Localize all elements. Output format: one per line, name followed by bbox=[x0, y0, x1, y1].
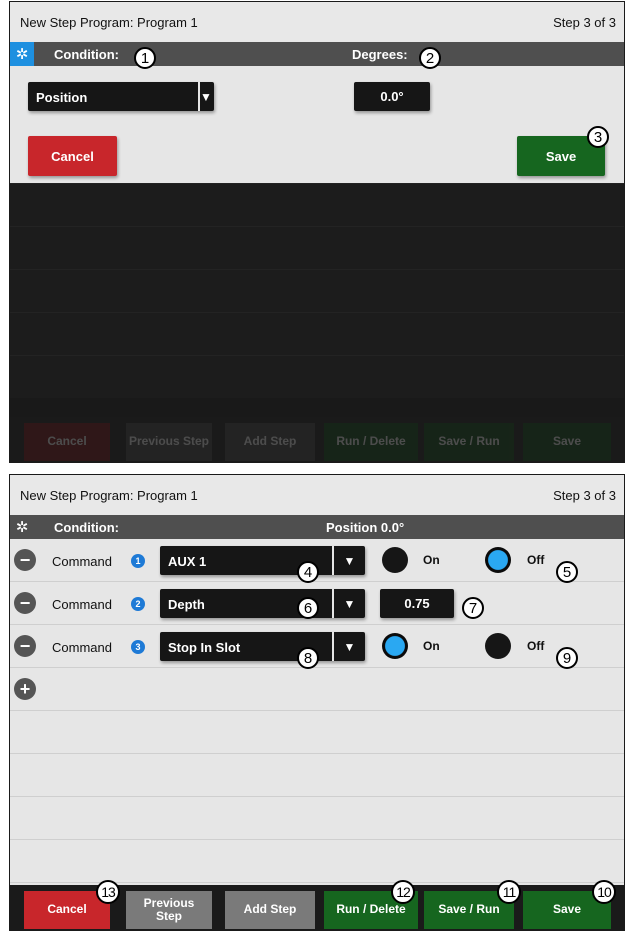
degrees-input[interactable]: 0.0° bbox=[354, 82, 430, 111]
gear-icon[interactable]: ✲ bbox=[10, 42, 34, 66]
footer-add-step-button: Add Step bbox=[225, 423, 315, 461]
command-number-badge: 2 bbox=[131, 597, 145, 611]
depth-input[interactable]: 0.75 bbox=[380, 589, 454, 618]
empty-row bbox=[10, 269, 624, 312]
callout-marker: 7 bbox=[462, 597, 484, 619]
empty-row bbox=[10, 183, 624, 226]
footer-previous-step-button[interactable]: Previous Step bbox=[126, 891, 212, 929]
callout-marker: 4 bbox=[297, 561, 319, 583]
gear-icon[interactable]: ✲ bbox=[10, 515, 34, 539]
condition-label: Condition: bbox=[54, 520, 119, 535]
program-title: New Step Program: Program 1 bbox=[20, 488, 198, 503]
command-dropdown-value: Depth bbox=[168, 597, 205, 612]
title-bar: New Step Program: Program 1 Step 3 of 3 bbox=[10, 2, 624, 42]
chevron-down-icon: ▼ bbox=[343, 553, 356, 568]
footer-previous-button: Previous Step bbox=[126, 423, 212, 461]
callout-marker: 11 bbox=[497, 880, 521, 904]
condition-dropdown[interactable]: Position ▼ bbox=[28, 82, 214, 111]
condition-editor: Position ▼ 0.0° Cancel Save bbox=[10, 66, 624, 183]
footer-cancel-button: Cancel bbox=[24, 423, 110, 461]
off-label: Off bbox=[527, 639, 545, 653]
empty-row bbox=[10, 840, 624, 883]
command-dropdown-value: Stop In Slot bbox=[168, 640, 241, 655]
condition-dropdown-value: Position bbox=[36, 90, 88, 105]
off-radio[interactable] bbox=[485, 633, 511, 659]
command-dropdown-value: AUX 1 bbox=[168, 554, 207, 569]
condition-header: ✲ Condition: Position 0.0° bbox=[10, 515, 624, 539]
footer-save-button: Save bbox=[523, 423, 611, 461]
callout-marker: 1 bbox=[134, 47, 156, 69]
step-program-panel-commands: New Step Program: Program 1 Step 3 of 3 … bbox=[9, 474, 625, 931]
callout-marker: 9 bbox=[556, 647, 578, 669]
callout-marker: 5 bbox=[556, 561, 578, 583]
on-radio[interactable] bbox=[382, 633, 408, 659]
condition-header: ✲ Condition: Degrees: bbox=[10, 42, 624, 66]
previous-step-line2: Step bbox=[155, 909, 182, 923]
command-number-badge: 1 bbox=[131, 554, 145, 568]
footer-add-step-button[interactable]: Add Step bbox=[225, 891, 315, 929]
footer-run-delete-button: Run / Delete bbox=[324, 423, 418, 461]
step-indicator: Step 3 of 3 bbox=[553, 488, 616, 503]
empty-row bbox=[10, 797, 624, 840]
on-label: On bbox=[423, 639, 440, 653]
dimmed-footer-toolbar: Cancel Previous Step Add Step Run / Dele… bbox=[10, 417, 624, 462]
chevron-down-icon: ▼ bbox=[343, 639, 356, 654]
command-label: Command bbox=[52, 640, 112, 655]
remove-command-icon[interactable]: − bbox=[14, 549, 36, 571]
condition-label: Condition: bbox=[54, 47, 119, 62]
callout-marker: 3 bbox=[587, 126, 609, 148]
condition-summary: Position 0.0° bbox=[326, 520, 405, 535]
command-dropdown[interactable]: Depth ▼ bbox=[160, 589, 365, 618]
empty-row bbox=[10, 754, 624, 797]
command-label: Command bbox=[52, 554, 112, 569]
chevron-down-icon: ▼ bbox=[343, 596, 356, 611]
command-number-badge: 3 bbox=[131, 640, 145, 654]
on-radio[interactable] bbox=[382, 547, 408, 573]
empty-row bbox=[10, 312, 624, 355]
empty-row bbox=[10, 226, 624, 269]
step-indicator: Step 3 of 3 bbox=[553, 15, 616, 30]
remove-command-icon[interactable]: − bbox=[14, 592, 36, 614]
chevron-down-icon: ▼ bbox=[200, 89, 212, 104]
callout-marker: 13 bbox=[96, 880, 120, 904]
empty-row bbox=[10, 711, 624, 754]
program-title: New Step Program: Program 1 bbox=[20, 15, 198, 30]
add-command-row: + bbox=[10, 668, 624, 711]
off-label: Off bbox=[527, 553, 545, 567]
title-bar: New Step Program: Program 1 Step 3 of 3 bbox=[10, 475, 624, 515]
callout-marker: 10 bbox=[592, 880, 616, 904]
footer-save-run-button: Save / Run bbox=[424, 423, 514, 461]
command-dropdown[interactable]: Stop In Slot ▼ bbox=[160, 632, 365, 661]
callout-marker: 6 bbox=[297, 597, 319, 619]
cancel-button[interactable]: Cancel bbox=[28, 136, 117, 176]
callout-marker: 8 bbox=[297, 647, 319, 669]
command-dropdown[interactable]: AUX 1 ▼ bbox=[160, 546, 365, 575]
command-label: Command bbox=[52, 597, 112, 612]
callout-marker: 12 bbox=[391, 880, 415, 904]
plus-icon[interactable]: + bbox=[14, 678, 36, 700]
callout-marker: 2 bbox=[419, 47, 441, 69]
off-radio[interactable] bbox=[485, 547, 511, 573]
on-label: On bbox=[423, 553, 440, 567]
step-program-panel-degrees: New Step Program: Program 1 Step 3 of 3 … bbox=[9, 1, 625, 463]
empty-row bbox=[10, 355, 624, 398]
remove-command-icon[interactable]: − bbox=[14, 635, 36, 657]
degrees-label: Degrees: bbox=[352, 47, 408, 62]
